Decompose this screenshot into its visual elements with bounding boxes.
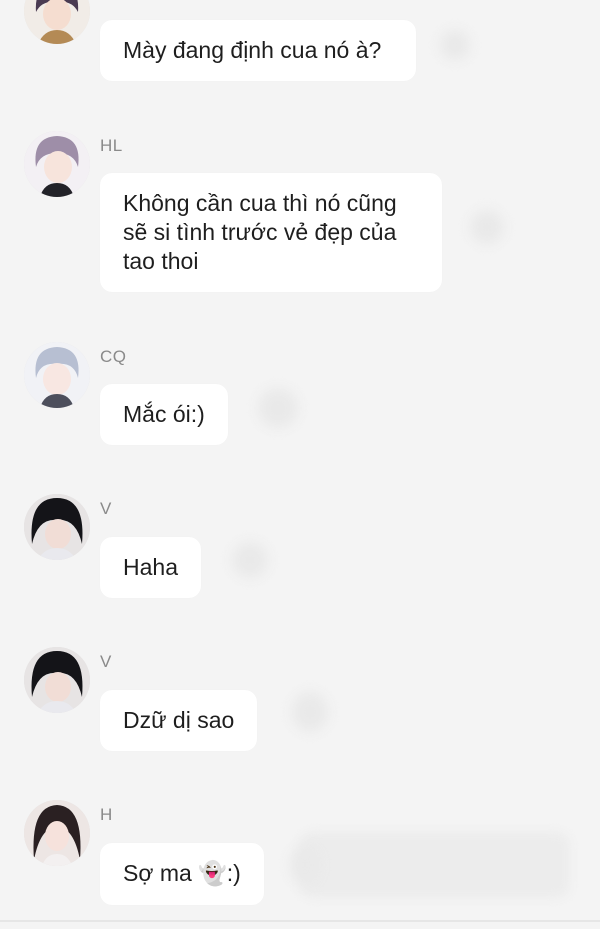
avatar-image xyxy=(24,494,90,560)
blurred-artifact xyxy=(232,542,268,578)
avatar[interactable] xyxy=(24,494,90,560)
avatar-image xyxy=(24,647,90,713)
avatar[interactable] xyxy=(24,342,90,408)
ghost-icon: 👻 xyxy=(198,861,227,887)
blurred-artifact xyxy=(440,30,470,60)
message-text: Mắc ói:) xyxy=(123,401,205,427)
message-bubble[interactable]: Dzữ dị sao xyxy=(100,690,258,751)
avatar-image xyxy=(24,131,90,197)
sender-name: H xyxy=(100,805,113,824)
sender-name: V xyxy=(100,499,112,518)
sender-name: HL xyxy=(100,136,123,155)
message-bubble[interactable]: Haha xyxy=(100,537,201,598)
avatar-image xyxy=(24,342,90,408)
message-text: Haha xyxy=(123,554,178,580)
avatar-image xyxy=(24,800,90,866)
avatar[interactable] xyxy=(24,0,90,44)
message-text: Dzữ dị sao xyxy=(123,707,235,733)
message-bubble[interactable]: Mắc ói:) xyxy=(100,384,228,445)
message-bubble[interactable]: Không cần cua thì nó cũng sẽ si tình trư… xyxy=(100,173,442,292)
avatar[interactable] xyxy=(24,800,90,866)
avatar[interactable] xyxy=(24,131,90,197)
message-bubble[interactable]: Sợ ma 👻:) xyxy=(100,843,264,905)
blurred-artifact xyxy=(470,210,504,244)
message-text: Sợ ma xyxy=(123,860,199,886)
sender-name: V xyxy=(100,652,112,671)
blurred-artifact xyxy=(290,845,320,885)
message-bubble[interactable]: Mày đang định cua nó à? xyxy=(100,20,416,81)
message-text: Mày đang định cua nó à? xyxy=(123,37,382,63)
avatar[interactable] xyxy=(24,647,90,713)
blurred-artifact xyxy=(292,692,328,732)
blurred-reply-bar xyxy=(300,832,570,898)
message-text-suffix: :) xyxy=(226,860,241,886)
sender-name: CQ xyxy=(100,347,127,366)
avatar-image xyxy=(24,0,90,44)
divider xyxy=(0,920,600,922)
blurred-artifact xyxy=(258,388,298,428)
message-text: Không cần cua thì nó cũng sẽ si tình trư… xyxy=(123,190,397,274)
